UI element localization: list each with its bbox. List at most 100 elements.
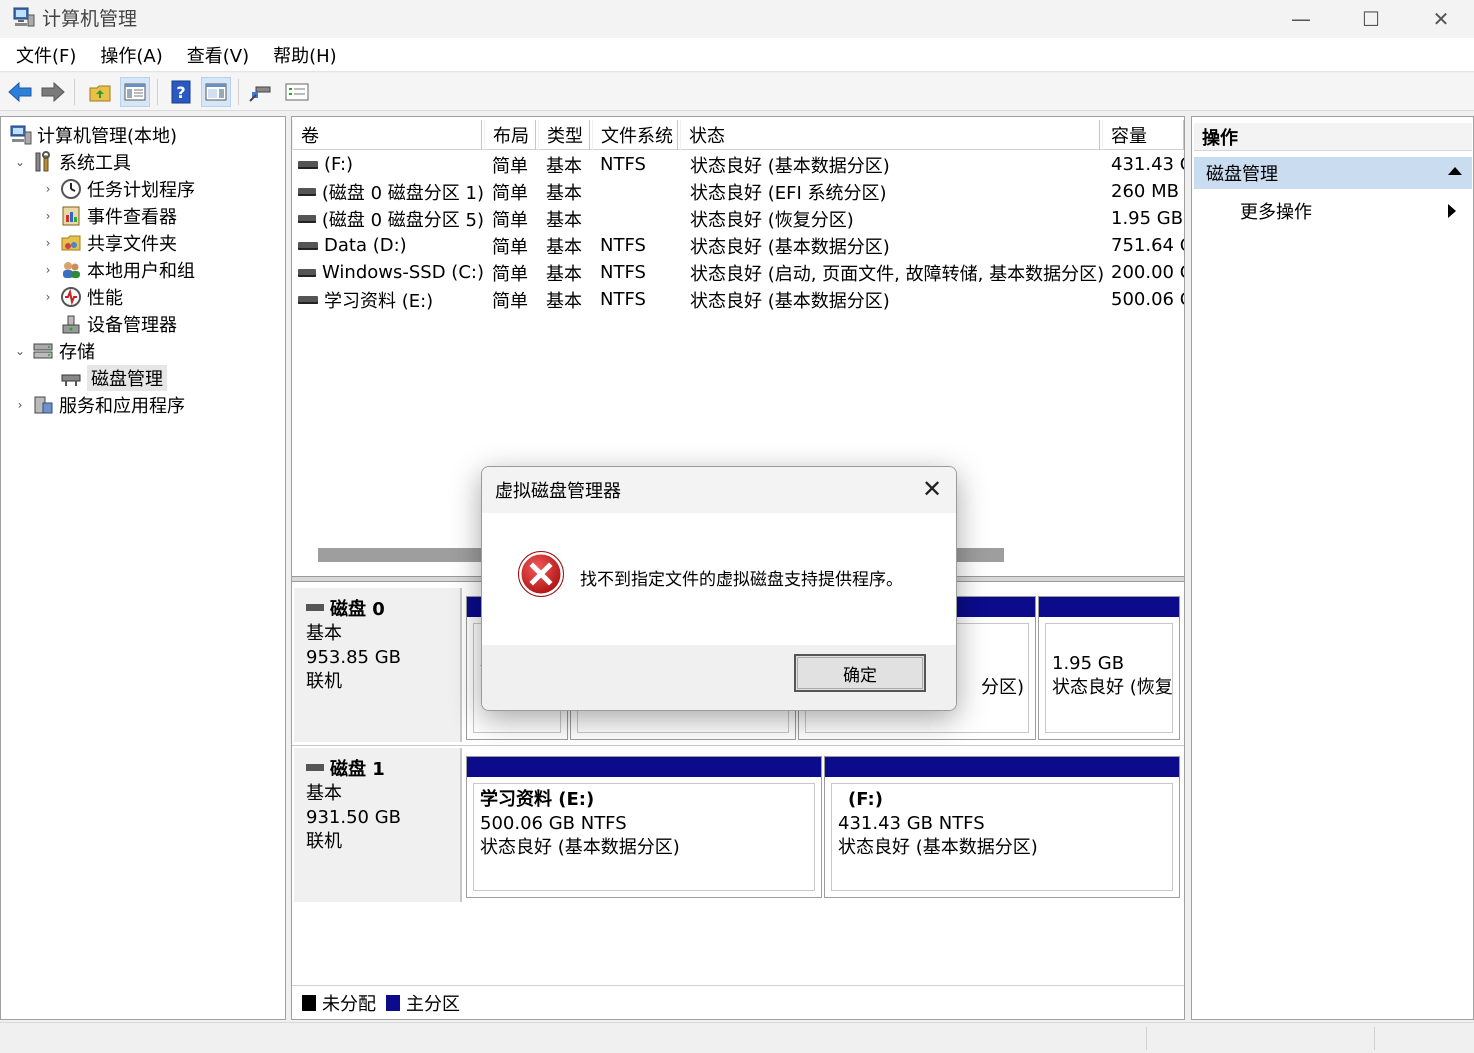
chevron-right-icon[interactable]: › (41, 236, 55, 250)
tree-item-shared-folders[interactable]: › 共享文件夹 (41, 229, 177, 256)
tools-icon (31, 150, 55, 173)
table-row[interactable]: (F:) 简单 基本 NTFS 状态良好 (基本数据分区) 431.43 G (292, 151, 1184, 178)
ok-button[interactable]: 确定 (794, 654, 926, 692)
tree-item-event-viewer[interactable]: › 事件查看器 (41, 202, 177, 229)
computer-management-icon (9, 124, 33, 146)
disk-0-info[interactable]: 磁盘 0 基本 953.85 GB 联机 (294, 588, 462, 742)
volume-icon (298, 214, 316, 223)
show-hide-tree-icon[interactable] (120, 77, 150, 107)
volume-icon (298, 268, 317, 277)
table-row[interactable]: Windows-SSD (C:) 简单 基本 NTFS 状态良好 (启动, 页面… (292, 259, 1184, 286)
back-arrow-icon[interactable] (5, 77, 35, 107)
computer-management-icon (13, 7, 35, 27)
tree-item-local-users-groups[interactable]: › 本地用户和组 (41, 256, 195, 283)
collapse-up-icon[interactable] (1448, 167, 1462, 175)
dialog-close-button[interactable]: ✕ (920, 477, 944, 501)
tree-item-task-scheduler[interactable]: › 任务计划程序 (41, 175, 195, 202)
help-icon[interactable]: ? (166, 77, 196, 107)
table-row[interactable]: (磁盘 0 磁盘分区 5) 简单 基本 状态良好 (恢复分区) 1.95 GB (292, 205, 1184, 232)
toolbar: ? (0, 73, 1474, 111)
connect-icon[interactable] (246, 77, 276, 107)
legend: 未分配 主分区 (292, 985, 1184, 1019)
legend-unallocated: 未分配 (322, 993, 376, 1015)
menu-help[interactable]: 帮助(H) (261, 42, 349, 68)
show-hide-action-pane-icon[interactable] (201, 77, 231, 107)
chevron-right-icon[interactable]: › (41, 263, 55, 277)
dialog-title: 虚拟磁盘管理器 (495, 481, 621, 502)
error-icon (518, 551, 564, 597)
dialog-title-bar: 虚拟磁盘管理器 ✕ (482, 467, 956, 513)
column-header-capacity[interactable]: 容量 (1102, 120, 1184, 150)
chevron-down-icon[interactable]: ⌄ (13, 344, 27, 358)
tree-item-disk-management[interactable]: 磁盘管理 (55, 364, 167, 391)
up-folder-icon[interactable] (85, 77, 115, 107)
dialog-body: 找不到指定文件的虚拟磁盘支持提供程序。 (482, 513, 956, 645)
disk-0-recovery-partition[interactable]: 1.95 GB 状态良好 (恢复 (1038, 596, 1180, 740)
title-bar: 计算机管理 — ☐ ✕ (0, 0, 1474, 38)
menu-bar: 文件(F) 操作(A) 查看(V) 帮助(H) (0, 38, 1474, 72)
properties-icon[interactable] (282, 77, 312, 107)
disk-1-row: 磁盘 1 基本 931.50 GB 联机 学习资料 (E:) 500.06 GB… (292, 745, 1184, 903)
disk-1-partition-f[interactable]: (F:) 431.43 GB NTFS 状态良好 (基本数据分区) (824, 756, 1180, 898)
disk-icon (306, 603, 324, 611)
dialog-footer: 确定 (482, 645, 956, 710)
menu-view[interactable]: 查看(V) (175, 42, 261, 68)
unallocated-swatch (302, 994, 316, 1011)
disk-1-partition-e[interactable]: 学习资料 (E:) 500.06 GB NTFS 状态良好 (基本数据分区) (466, 756, 822, 898)
actions-section-disk-management[interactable]: 磁盘管理 (1194, 157, 1472, 189)
close-window-button[interactable]: ✕ (1406, 0, 1474, 38)
column-header-status[interactable]: 状态 (680, 120, 1100, 150)
chevron-right-icon[interactable]: › (41, 290, 55, 304)
services-icon (31, 394, 55, 416)
shared-folder-icon (59, 232, 83, 254)
tree-root[interactable]: 计算机管理(本地) (5, 121, 177, 148)
menu-action[interactable]: 操作(A) (88, 42, 174, 68)
actions-pane: 操作 磁盘管理 更多操作 (1191, 116, 1474, 1020)
maximize-button[interactable]: ☐ (1336, 0, 1406, 38)
tree-root-label: 计算机管理(本地) (37, 125, 178, 147)
volume-icon (298, 295, 318, 304)
chevron-right-icon[interactable]: › (41, 209, 55, 223)
tree-item-system-tools[interactable]: ⌄ 系统工具 (13, 148, 131, 175)
volume-icon (298, 241, 318, 250)
chevron-right-icon[interactable]: › (41, 182, 55, 196)
error-dialog: 虚拟磁盘管理器 ✕ 找不到指定文件的虚拟磁盘支持提供程序。 确定 (481, 466, 957, 711)
svg-text:?: ? (176, 83, 185, 102)
tree-item-performance[interactable]: › 性能 (41, 283, 123, 310)
tree-item-device-manager[interactable]: 设备管理器 (55, 310, 177, 337)
disk-1-info[interactable]: 磁盘 1 基本 931.50 GB 联机 (294, 748, 462, 902)
menu-file[interactable]: 文件(F) (4, 42, 88, 68)
actions-header: 操作 (1194, 123, 1472, 151)
volume-table-header: 卷 布局 类型 文件系统 状态 容量 (292, 120, 1184, 150)
forward-arrow-icon[interactable] (38, 77, 68, 107)
chevron-right-icon[interactable]: › (13, 398, 27, 412)
dialog-message: 找不到指定文件的虚拟磁盘支持提供程序。 (580, 570, 903, 590)
device-manager-icon (59, 313, 83, 335)
disk-management-icon (59, 367, 83, 389)
disk-icon (306, 763, 324, 771)
table-row[interactable]: Data (D:) 简单 基本 NTFS 状态良好 (基本数据分区) 751.6… (292, 232, 1184, 259)
storage-icon (31, 340, 55, 362)
status-bar (0, 1022, 1474, 1053)
clock-icon (59, 178, 83, 200)
primary-swatch (386, 994, 400, 1011)
navigation-tree: 计算机管理(本地) ⌄ 系统工具 › 任务计划程序 › 事件查看器 › 共享文件… (0, 116, 286, 1020)
column-header-volume[interactable]: 卷 (292, 120, 482, 150)
column-header-type[interactable]: 类型 (538, 120, 590, 150)
tree-item-services-applications[interactable]: › 服务和应用程序 (13, 391, 185, 418)
performance-icon (59, 286, 83, 308)
tree-item-storage[interactable]: ⌄ 存储 (13, 337, 95, 364)
volume-icon (298, 160, 318, 169)
chevron-down-icon[interactable]: ⌄ (13, 155, 27, 169)
table-row[interactable]: 学习资料 (E:) 简单 基本 NTFS 状态良好 (基本数据分区) 500.0… (292, 286, 1184, 313)
column-header-filesystem[interactable]: 文件系统 (592, 120, 678, 150)
volume-icon (298, 187, 316, 196)
users-icon (59, 259, 83, 281)
minimize-button[interactable]: — (1266, 0, 1336, 38)
more-actions-item[interactable]: 更多操作 (1240, 197, 1470, 225)
event-viewer-icon (59, 205, 83, 227)
column-header-layout[interactable]: 布局 (484, 120, 536, 150)
submenu-arrow-icon (1448, 204, 1456, 218)
legend-primary: 主分区 (406, 993, 460, 1015)
table-row[interactable]: (磁盘 0 磁盘分区 1) 简单 基本 状态良好 (EFI 系统分区) 260 … (292, 178, 1184, 205)
